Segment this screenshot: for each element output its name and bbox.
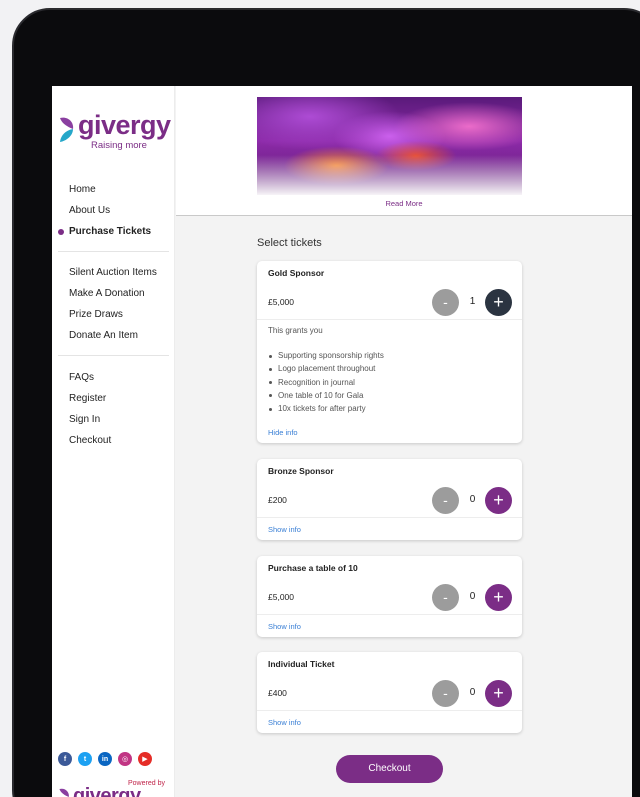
ticket-name: Purchase a table of 10 — [268, 563, 358, 573]
sidebar-item-faqs[interactable]: FAQs — [52, 367, 175, 388]
increase-quantity-button[interactable]: + — [485, 487, 512, 514]
ticket-quantity: 1 — [469, 296, 476, 307]
sidebar-item-home[interactable]: Home — [52, 179, 175, 200]
ticket-info: This grants you Supporting sponsorship r… — [268, 326, 384, 415]
ticket-card-individual: Individual Ticket £400 - 0 + Show info — [257, 652, 522, 733]
sidebar-item-purchase-tickets[interactable]: Purchase Tickets — [52, 221, 175, 242]
card-divider — [257, 614, 522, 615]
sidebar-item-label: Silent Auction Items — [69, 267, 157, 278]
sidebar-item-make-donation[interactable]: Make A Donation — [52, 283, 175, 304]
active-indicator-dot — [58, 229, 64, 235]
givergy-butterfly-icon — [60, 117, 74, 142]
sidebar-item-sign-in[interactable]: Sign In — [52, 409, 175, 430]
linkedin-icon[interactable]: in — [98, 752, 112, 766]
ticket-card-bronze-sponsor: Bronze Sponsor £200 - 0 + Show info — [257, 459, 522, 540]
sidebar-item-label: Sign In — [69, 414, 101, 425]
ticket-quantity: 0 — [469, 494, 476, 505]
event-banner-image — [257, 97, 522, 195]
brand-name: givergy — [78, 110, 171, 140]
main-content: Read More Select tickets Gold Sponsor £5… — [176, 86, 632, 797]
nav-divider — [58, 355, 169, 356]
ticket-price: £5,000 — [268, 592, 294, 602]
nav-group-fundraising: Silent Auction Items Make A Donation Pri… — [52, 262, 175, 346]
sidebar-item-silent-auction[interactable]: Silent Auction Items — [52, 262, 175, 283]
card-divider — [257, 517, 522, 518]
facebook-icon[interactable]: f — [58, 752, 72, 766]
nav-divider — [58, 251, 169, 252]
sidebar-item-about-us[interactable]: About Us — [52, 200, 175, 221]
nav-group-main: Home About Us Purchase Tickets — [52, 179, 175, 242]
sidebar-item-prize-draws[interactable]: Prize Draws — [52, 304, 175, 325]
sidebar-item-label: Purchase Tickets — [69, 226, 152, 237]
show-info-link[interactable]: Show info — [268, 525, 301, 534]
ticket-quantity: 0 — [469, 591, 476, 602]
list-item: Logo placement throughout — [269, 362, 384, 375]
ticket-name: Gold Sponsor — [268, 268, 325, 278]
ticket-card-gold-sponsor: Gold Sponsor £5,000 - 1 + This grants yo… — [257, 261, 522, 443]
list-item: Supporting sponsorship rights — [269, 349, 384, 362]
brand-name: givergy — [73, 785, 141, 797]
sidebar-item-register[interactable]: Register — [52, 388, 175, 409]
nav-group-account: FAQs Register Sign In Checkout — [52, 367, 175, 451]
list-item: One table of 10 for Gala — [269, 389, 384, 402]
ticket-price: £200 — [268, 495, 287, 505]
sidebar-item-donate-item[interactable]: Donate An Item — [52, 325, 175, 346]
ticket-price: £5,000 — [268, 297, 294, 307]
card-divider — [257, 710, 522, 711]
sidebar: givergy Raising more Home About Us Purch… — [52, 86, 175, 797]
sidebar-item-checkout[interactable]: Checkout — [52, 430, 175, 451]
ticket-card-table-of-10: Purchase a table of 10 £5,000 - 0 + Show… — [257, 556, 522, 637]
increase-quantity-button[interactable]: + — [485, 289, 512, 316]
app-screen: givergy Raising more Home About Us Purch… — [52, 86, 632, 797]
sidebar-item-label: Checkout — [69, 435, 112, 446]
sidebar-item-label: Register — [69, 393, 107, 404]
list-item: Recognition in journal — [269, 376, 384, 389]
youtube-icon[interactable]: ▶ — [138, 752, 152, 766]
ticket-name: Bronze Sponsor — [268, 466, 334, 476]
card-divider — [257, 319, 522, 320]
show-info-link[interactable]: Show info — [268, 718, 301, 727]
ticket-benefits-list: Supporting sponsorship rights Logo place… — [268, 349, 384, 415]
ticket-price: £400 — [268, 688, 287, 698]
ticket-quantity: 0 — [469, 687, 476, 698]
hide-info-link[interactable]: Hide info — [268, 428, 298, 437]
checkout-button[interactable]: Checkout — [336, 755, 443, 783]
read-more-link[interactable]: Read More — [176, 199, 632, 208]
sidebar-item-label: FAQs — [69, 372, 95, 383]
givergy-butterfly-icon — [59, 788, 69, 797]
sidebar-item-label: Make A Donation — [69, 288, 145, 299]
instagram-icon[interactable]: ◎ — [118, 752, 132, 766]
social-links: f t in ◎ ▶ — [58, 752, 152, 766]
sidebar-item-label: Home — [69, 184, 96, 195]
sidebar-item-label: Prize Draws — [69, 309, 123, 320]
event-header: Read More — [176, 86, 632, 216]
twitter-icon[interactable]: t — [78, 752, 92, 766]
brand-logo[interactable]: givergy Raising more — [58, 112, 171, 151]
ticket-name: Individual Ticket — [268, 659, 335, 669]
decrease-quantity-button[interactable]: - — [432, 680, 459, 707]
increase-quantity-button[interactable]: + — [485, 680, 512, 707]
show-info-link[interactable]: Show info — [268, 622, 301, 631]
brand-tagline: Raising more — [91, 140, 147, 151]
decrease-quantity-button[interactable]: - — [432, 289, 459, 316]
powered-by-logo[interactable]: givergy — [58, 786, 141, 797]
select-tickets-heading: Select tickets — [257, 237, 322, 249]
decrease-quantity-button[interactable]: - — [432, 584, 459, 611]
sidebar-item-label: Donate An Item — [69, 330, 138, 341]
sidebar-item-label: About Us — [69, 205, 111, 216]
increase-quantity-button[interactable]: + — [485, 584, 512, 611]
ticket-info-intro: This grants you — [268, 326, 323, 335]
decrease-quantity-button[interactable]: - — [432, 487, 459, 514]
list-item: 10x tickets for after party — [269, 402, 384, 415]
